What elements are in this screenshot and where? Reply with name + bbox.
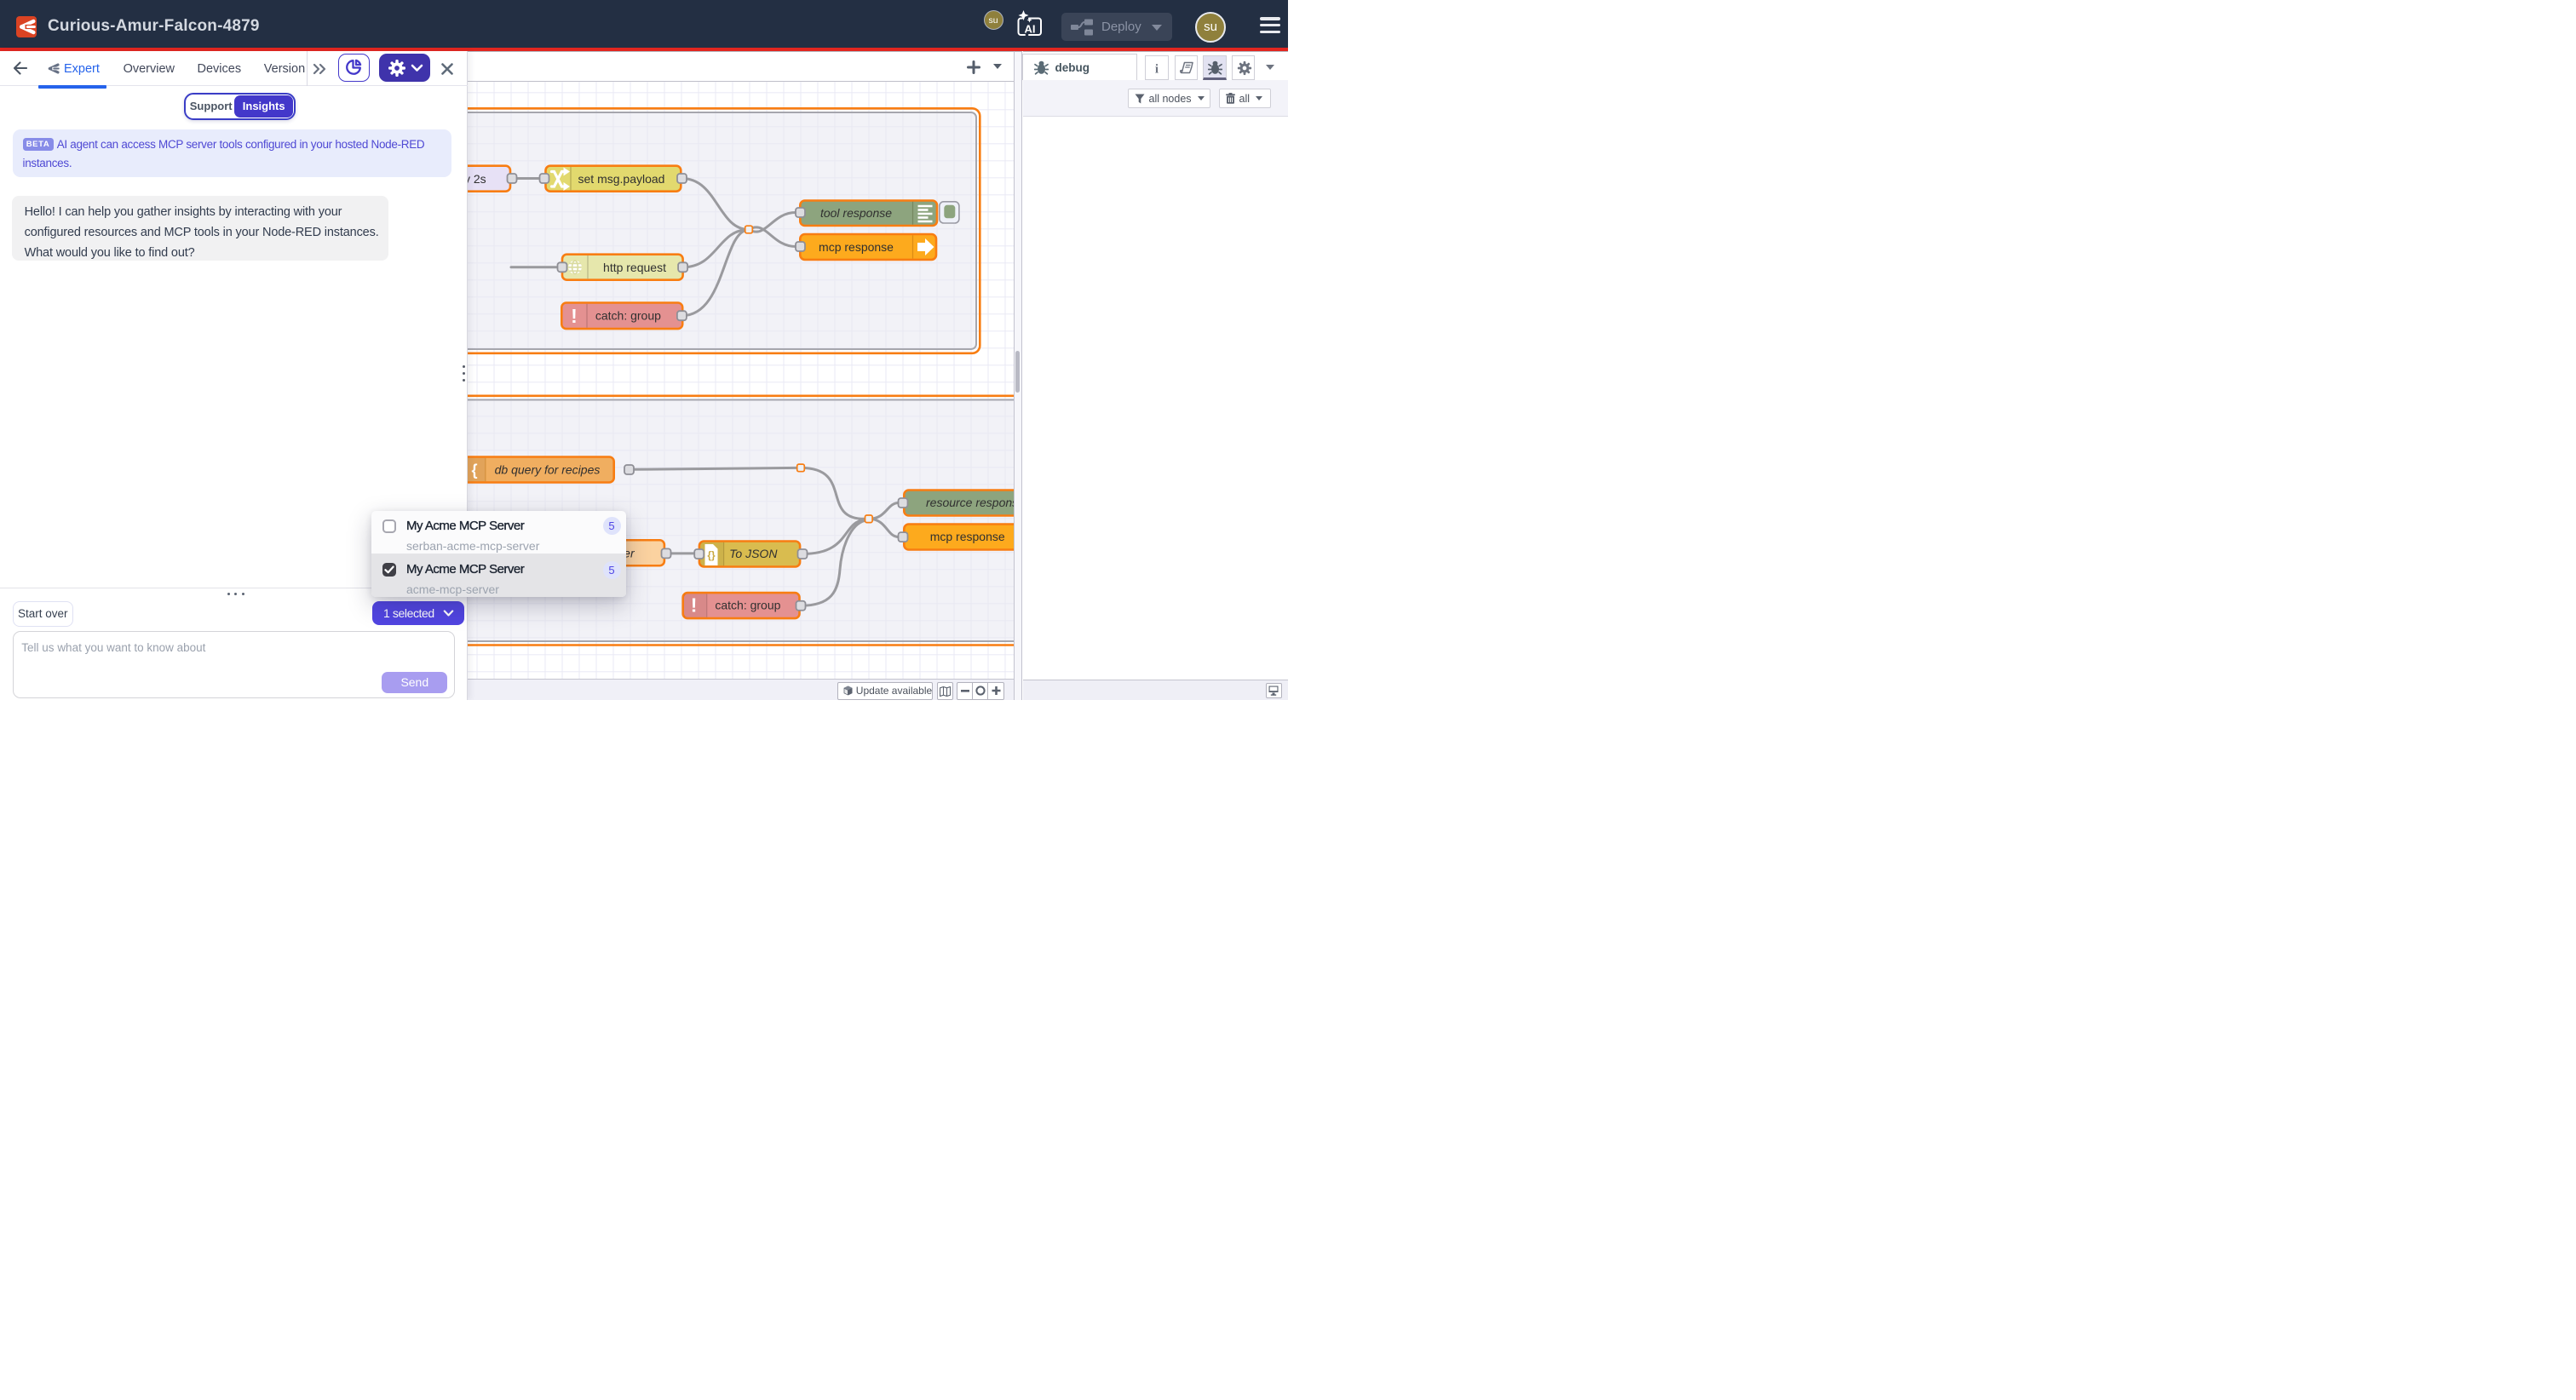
svg-text:catch: group: catch: group [595,308,661,322]
svg-text:resource response: resource response [926,496,1014,509]
svg-text:{}: {} [707,549,716,561]
svg-text:{: { [471,462,477,479]
svg-text:tool response: tool response [820,206,892,220]
svg-text:y 2s: y 2s [468,172,486,186]
svg-text:set msg.payload: set msg.payload [578,172,665,186]
svg-text:catch: group: catch: group [715,598,780,611]
svg-text:db query for recipes: db query for recipes [495,462,601,476]
svg-text:mcp response: mcp response [930,530,1005,543]
svg-text:AI: AI [1025,23,1036,36]
svg-text:http request: http request [603,261,666,274]
svg-text:To JSON: To JSON [729,547,778,560]
svg-text:mcp response: mcp response [819,239,894,253]
svg-text:i: i [1155,63,1159,76]
svg-text:!: ! [571,305,578,327]
svg-text:!: ! [691,594,698,616]
